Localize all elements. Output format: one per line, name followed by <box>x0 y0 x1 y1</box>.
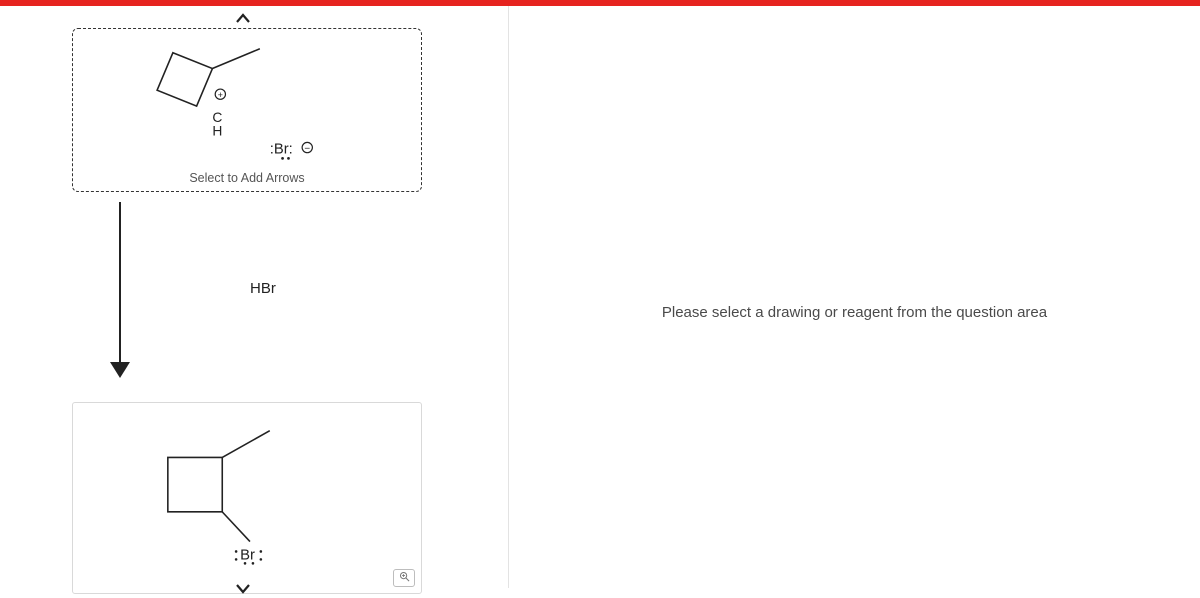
reaction-arrow: HBr <box>110 202 420 392</box>
intermediate-structure: C + H :Br: − <box>73 29 421 191</box>
reaction-arrow-head-icon <box>110 362 130 378</box>
zoom-button[interactable] <box>393 569 415 587</box>
bromide-charge-icon: − <box>302 142 312 154</box>
mechanism-step-card[interactable]: C + H :Br: − Select to Add Arrows <box>72 28 422 192</box>
svg-text:−: − <box>304 143 310 154</box>
svg-text:+: + <box>218 90 223 100</box>
chevron-up-icon <box>234 10 252 28</box>
card-help-text: Select to Add Arrows <box>73 171 421 185</box>
carbocation-charge-icon: + <box>215 89 225 100</box>
bromide-label: :Br: <box>270 141 293 157</box>
scroll-down-button[interactable] <box>234 580 252 598</box>
reaction-arrow-shaft <box>119 202 121 370</box>
product-br-label: Br <box>240 547 255 563</box>
product-structure: Br <box>73 403 421 593</box>
magnifier-icon <box>399 569 410 587</box>
question-area-panel: C + H :Br: − Select to Add Arrows <box>0 6 508 588</box>
product-card[interactable]: Br <box>72 402 422 594</box>
placeholder-instruction: Please select a drawing or reagent from … <box>509 304 1200 321</box>
chevron-down-icon <box>234 580 252 598</box>
reagent-label: HBr <box>250 280 276 297</box>
answer-area-panel: Please select a drawing or reagent from … <box>509 6 1200 588</box>
atom-label-h: H <box>212 123 222 139</box>
scroll-up-button[interactable] <box>234 10 252 28</box>
